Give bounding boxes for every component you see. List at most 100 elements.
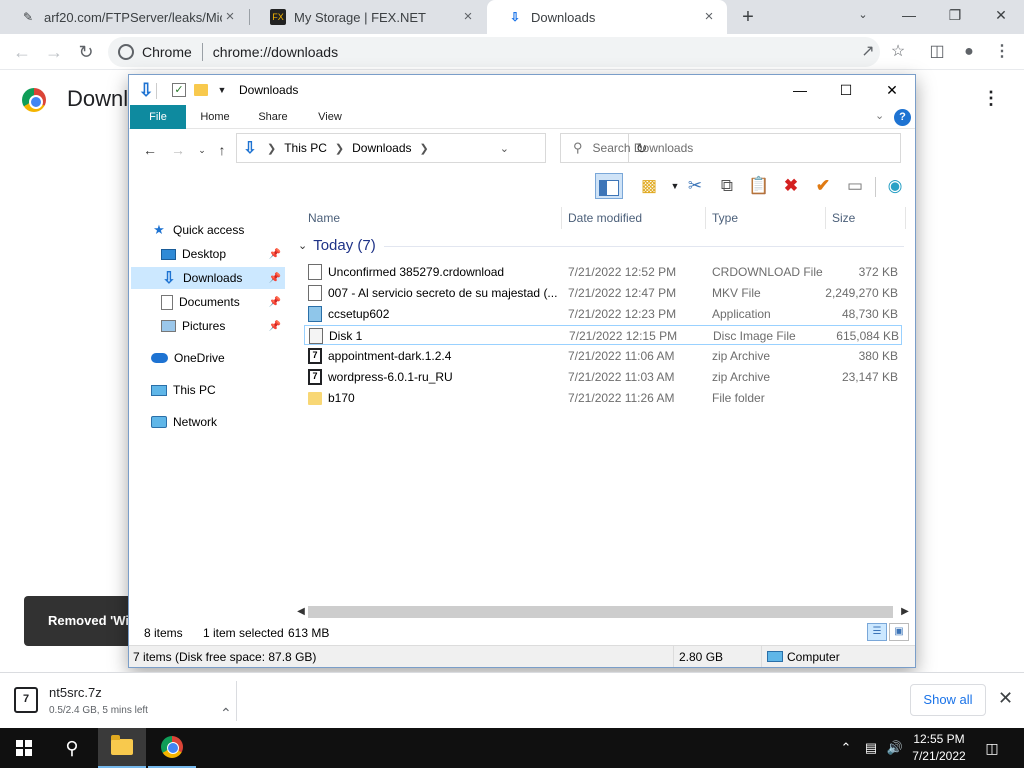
sidebar-item-network[interactable]: Network (151, 411, 281, 433)
side-panel-icon[interactable]: ◫ (925, 40, 949, 64)
download-item[interactable]: 7 nt5src.7z 0.5/2.4 GB, 5 mins left ⌃ (14, 685, 234, 722)
file-row[interactable]: Unconfirmed 385279.crdownload 7/21/2022 1… (304, 262, 902, 282)
tab-search-chevron-icon[interactable]: ⌄ (840, 0, 886, 30)
customize-qa-icon[interactable]: ▼ (213, 81, 231, 99)
expand-ribbon-icon[interactable]: ⌄ (875, 109, 884, 122)
close-shelf-icon[interactable]: ✕ (998, 688, 1013, 709)
ribbon-tab-share[interactable]: Share (249, 105, 297, 129)
ribbon-tab-view[interactable]: View (307, 105, 353, 129)
rename-icon[interactable]: ▭ (841, 173, 869, 199)
network-tray-icon[interactable]: ▤ (860, 728, 882, 768)
file-size: 615,084 KB (836, 329, 899, 343)
paste-icon[interactable]: 📋 (745, 173, 773, 199)
show-all-button[interactable]: Show all (910, 684, 986, 716)
close-window-icon[interactable]: ✕ (978, 0, 1024, 30)
tab-3-active[interactable]: ⇩ Downloads × (487, 0, 727, 34)
ribbon-tab-home[interactable]: Home (191, 105, 239, 129)
share-icon[interactable]: ↗ (856, 40, 880, 64)
sidebar-item-label: Documents (179, 295, 240, 309)
ribbon-tab-file[interactable]: File (130, 105, 186, 129)
explorer-forward-icon[interactable]: → (169, 141, 187, 159)
sidebar-item-downloads[interactable]: ⇩ Downloads 📌 (131, 267, 285, 289)
group-divider (384, 246, 904, 247)
file-row[interactable]: ccsetup602 7/21/2022 12:23 PM Application 4… (304, 304, 902, 324)
file-row[interactable]: Disk 1 7/21/2022 12:15 PM Disc Image File 6… (304, 325, 902, 345)
volume-icon[interactable]: 🔊 (884, 728, 906, 768)
copy-icon[interactable]: ⧉ (713, 173, 741, 199)
breadcrumb-downloads[interactable]: Downloads (352, 141, 411, 155)
taskbar-file-explorer[interactable] (98, 728, 146, 768)
explorer-close-icon[interactable]: ✕ (869, 75, 915, 105)
notifications-icon[interactable]: ◫ (980, 728, 1004, 768)
chrome-menu-icon[interactable]: ⋮ (990, 40, 1014, 64)
sidebar-item-this-pc[interactable]: This PC (151, 379, 281, 401)
column-header-size[interactable]: Size (826, 207, 906, 229)
pin-icon[interactable]: 📌 (269, 273, 281, 284)
address-dropdown-icon[interactable]: ⌄ (500, 142, 509, 155)
search-downloads-input[interactable]: ⚲ Search Downloads (560, 133, 901, 163)
restore-icon[interactable]: ❐ (932, 0, 978, 30)
reload-icon[interactable]: ↻ (74, 40, 98, 64)
up-icon[interactable]: ↑ (213, 141, 231, 159)
sidebar-item-desktop[interactable]: Desktop 📌 (161, 243, 285, 265)
sidebar-item-pictures[interactable]: Pictures 📌 (161, 315, 285, 337)
file-row[interactable]: 7 appointment-dark.1.2.4 7/21/2022 11:06 A… (304, 346, 902, 366)
new-tab-icon[interactable]: + (736, 5, 760, 29)
address-bar[interactable]: ⇩ ❯ This PC ❯ Downloads ❯ ⌄ ↻ (236, 133, 647, 163)
group-header-today[interactable]: ⌄ Today (7) (298, 237, 376, 254)
minimize-icon[interactable]: — (886, 0, 932, 30)
chevron-up-icon[interactable]: ⌃ (220, 705, 232, 722)
large-icons-view-icon[interactable]: ▣ (889, 623, 909, 641)
file-row[interactable]: 7 wordpress-6.0.1-ru_RU 7/21/2022 11:03 AM… (304, 367, 902, 387)
tab-1[interactable]: ✎ arf20.com/FTPServer/leaks/Micro × (0, 0, 248, 34)
explorer-status-bar: 8 items 1 item selected 613 MB ☰ ▣ (129, 623, 915, 643)
explorer-maximize-icon[interactable]: ☐ (823, 75, 869, 105)
sidebar-item-quick-access[interactable]: ★ Quick access (151, 219, 281, 241)
explorer-back-icon[interactable]: ← (141, 141, 159, 159)
recent-locations-icon[interactable]: ⌄ (193, 141, 211, 159)
bookmark-star-icon[interactable]: ☆ (886, 40, 910, 64)
pin-icon[interactable]: 📌 (269, 321, 281, 332)
checkmark-icon[interactable]: ✔ (809, 173, 837, 199)
omnibox[interactable]: Chrome chrome://downloads (108, 37, 880, 67)
forward-icon[interactable]: → (42, 40, 66, 64)
file-row[interactable]: 007 - Al servicio secreto de su majestad… (304, 283, 902, 303)
navigation-pane-button[interactable] (595, 173, 623, 199)
system-clock[interactable]: 12:55 PM 7/21/2022 (906, 731, 972, 765)
tab-close-icon[interactable]: × (222, 9, 238, 25)
scroll-left-icon[interactable]: ◀ (294, 605, 308, 619)
globe-icon[interactable]: ◉ (881, 173, 909, 199)
properties-icon[interactable]: ✓ (172, 83, 186, 97)
downloads-menu-icon[interactable]: ⋮ (982, 88, 1000, 109)
taskbar-chrome[interactable] (148, 728, 196, 768)
taskbar-search-icon[interactable]: ⚲ (48, 728, 96, 768)
profile-avatar-icon[interactable]: ● (957, 40, 981, 64)
pictures-icon (161, 320, 176, 332)
pin-icon[interactable]: 📌 (269, 249, 281, 260)
tab-close-icon[interactable]: × (701, 9, 717, 25)
column-header-name[interactable]: Name (302, 207, 562, 229)
new-folder-icon[interactable] (194, 84, 208, 96)
column-header-date[interactable]: Date modified (562, 207, 706, 229)
details-view-icon[interactable]: ☰ (867, 623, 887, 641)
delete-icon[interactable]: ✖ (777, 173, 805, 199)
show-hidden-icons[interactable]: ⌃ (836, 728, 856, 768)
tab-close-icon[interactable]: × (460, 9, 476, 25)
scrollbar-thumb[interactable] (308, 606, 893, 618)
file-row[interactable]: b170 7/21/2022 11:26 AM File folder (304, 388, 902, 408)
search-placeholder: Search Downloads (592, 141, 694, 155)
column-header-type[interactable]: Type (706, 207, 826, 229)
sidebar-item-onedrive[interactable]: OneDrive (151, 347, 281, 369)
folder-options-icon[interactable]: ▩ (635, 173, 663, 199)
back-icon[interactable]: ← (10, 40, 34, 64)
pin-icon[interactable]: 📌 (269, 297, 281, 308)
start-button[interactable] (0, 728, 48, 768)
scroll-right-icon[interactable]: ▶ (898, 605, 912, 619)
horizontal-scrollbar[interactable]: ◀ ▶ (294, 605, 915, 619)
help-icon[interactable]: ? (894, 109, 911, 126)
explorer-minimize-icon[interactable]: — (777, 75, 823, 105)
tab-2[interactable]: FX My Storage | FEX.NET × (250, 0, 486, 34)
breadcrumb-this-pc[interactable]: This PC (284, 141, 327, 155)
sidebar-item-documents[interactable]: Documents 📌 (161, 291, 285, 313)
cut-icon[interactable]: ✂ (681, 173, 709, 199)
